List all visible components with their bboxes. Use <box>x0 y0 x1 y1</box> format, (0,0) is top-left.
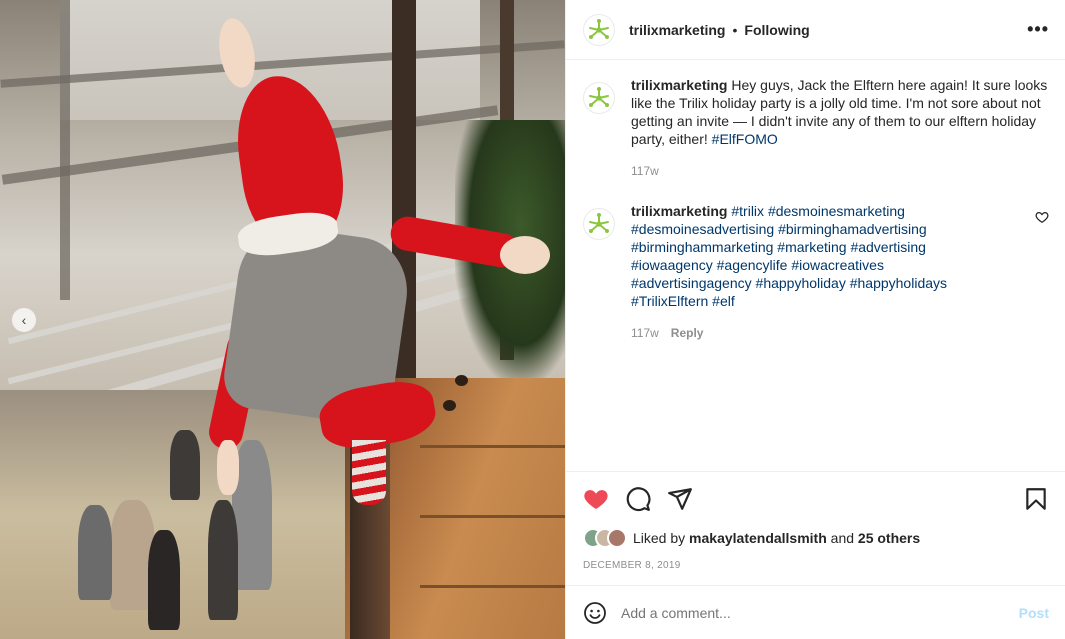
hashtag[interactable]: #iowaagency <box>631 257 713 273</box>
heart-filled-icon[interactable] <box>583 486 609 512</box>
caption-avatar[interactable] <box>583 82 615 114</box>
post-panel: trilixmarketing • Following ••• trilixma… <box>565 0 1065 639</box>
comment-body: trilixmarketing #trilix #desmoinesmarket… <box>631 202 1027 342</box>
carousel-prev-button[interactable]: ‹ <box>12 308 36 332</box>
hashtag[interactable]: #birminghamadvertising <box>778 221 927 237</box>
comment-timestamp[interactable]: 117w <box>631 324 659 342</box>
post-date[interactable]: December 8, 2019 <box>583 560 1049 571</box>
liked-by-user[interactable]: makaylatendallsmith <box>689 530 827 546</box>
rivet <box>455 375 468 386</box>
rivet <box>443 400 456 411</box>
avatar[interactable] <box>607 528 627 548</box>
hashtag[interactable]: #advertisingagency <box>631 275 752 291</box>
plank-line <box>420 585 565 588</box>
liked-by-others[interactable]: 25 others <box>858 530 920 546</box>
elf-right-hand <box>500 236 550 274</box>
comment-input[interactable] <box>621 604 1019 621</box>
header-username[interactable]: trilixmarketing <box>629 22 725 38</box>
post-header: trilixmarketing • Following ••• <box>566 0 1065 60</box>
person <box>148 530 180 630</box>
bookmark-icon[interactable] <box>1023 486 1049 512</box>
post-comment-button[interactable]: Post <box>1019 605 1049 621</box>
liker-avatars <box>583 528 627 548</box>
person <box>208 500 238 620</box>
person <box>170 430 200 500</box>
hashtag[interactable]: #marketing <box>777 239 846 255</box>
smiley-icon[interactable] <box>583 601 607 625</box>
caption-timestamp[interactable]: 117w <box>631 162 659 180</box>
ceiling-column <box>60 0 70 300</box>
person <box>78 505 112 600</box>
caption-comment: trilixmarketing Hey guys, Jack the Elfte… <box>583 76 1049 180</box>
caption-meta: 117w <box>631 162 1049 180</box>
elf-striped-leg <box>352 440 386 505</box>
comment-username[interactable]: trilixmarketing <box>631 203 727 219</box>
hashtag[interactable]: #happyholidays <box>850 275 947 291</box>
heart-outline-icon[interactable] <box>1035 210 1049 224</box>
liked-by-conjunction: and <box>830 530 855 546</box>
trilix-logo-icon <box>589 18 609 39</box>
likes-summary: Liked by makaylatendallsmith and 25 othe… <box>583 528 1049 548</box>
plank-line <box>420 445 565 448</box>
hashtag[interactable]: #desmoinesmarketing <box>768 203 905 219</box>
hashtag[interactable]: #happyholiday <box>756 275 846 291</box>
hashtag[interactable]: #elf <box>712 293 735 309</box>
hashtag[interactable]: #advertising <box>850 239 926 255</box>
trilix-logo-icon <box>589 87 609 107</box>
comments-section: trilixmarketing Hey guys, Jack the Elfte… <box>566 60 1065 471</box>
chevron-left-icon: ‹ <box>21 312 27 328</box>
comment-avatar[interactable] <box>583 208 615 240</box>
hashtag[interactable]: #trilix <box>731 203 764 219</box>
hashtag[interactable]: #agencylife <box>717 257 788 273</box>
following-button[interactable]: Following <box>744 22 809 38</box>
post-photo[interactable]: ‹ <box>0 0 565 639</box>
caption-body: trilixmarketing Hey guys, Jack the Elfte… <box>631 76 1049 180</box>
liked-by-prefix: Liked by <box>633 530 686 546</box>
actions-bar: Liked by makaylatendallsmith and 25 othe… <box>566 471 1065 585</box>
paper-plane-icon[interactable] <box>667 486 693 512</box>
caption-username[interactable]: trilixmarketing <box>631 77 727 93</box>
hashtag[interactable]: #desmoinesadvertising <box>631 221 774 237</box>
caption-text-block: trilixmarketing Hey guys, Jack the Elfte… <box>631 76 1049 148</box>
action-icons <box>583 486 1049 512</box>
elf-left-hand <box>217 440 239 495</box>
more-options-icon[interactable]: ••• <box>1027 19 1049 40</box>
comment-text-block: trilixmarketing #trilix #desmoinesmarket… <box>631 202 971 310</box>
profile-avatar[interactable] <box>583 13 615 46</box>
hashtag[interactable]: #birminghammarketing <box>631 239 773 255</box>
hashtag[interactable]: #TrilixElftern <box>631 293 708 309</box>
speech-bubble-icon[interactable] <box>625 486 651 512</box>
plank-line <box>420 515 565 518</box>
trilix-logo-icon <box>589 213 609 233</box>
reply-button[interactable]: Reply <box>671 324 704 342</box>
header-separator: • <box>732 21 738 38</box>
hashtag[interactable]: #iowacreatives <box>791 257 884 273</box>
hashtag-comment: trilixmarketing #trilix #desmoinesmarket… <box>583 202 1049 342</box>
post: ‹ trilixmarketing • Following ••• trilix… <box>0 0 1065 639</box>
add-comment-bar: Post <box>566 585 1065 639</box>
comment-meta: 117w Reply <box>631 324 1027 342</box>
caption-hashtag[interactable]: #ElfFOMO <box>712 131 778 147</box>
